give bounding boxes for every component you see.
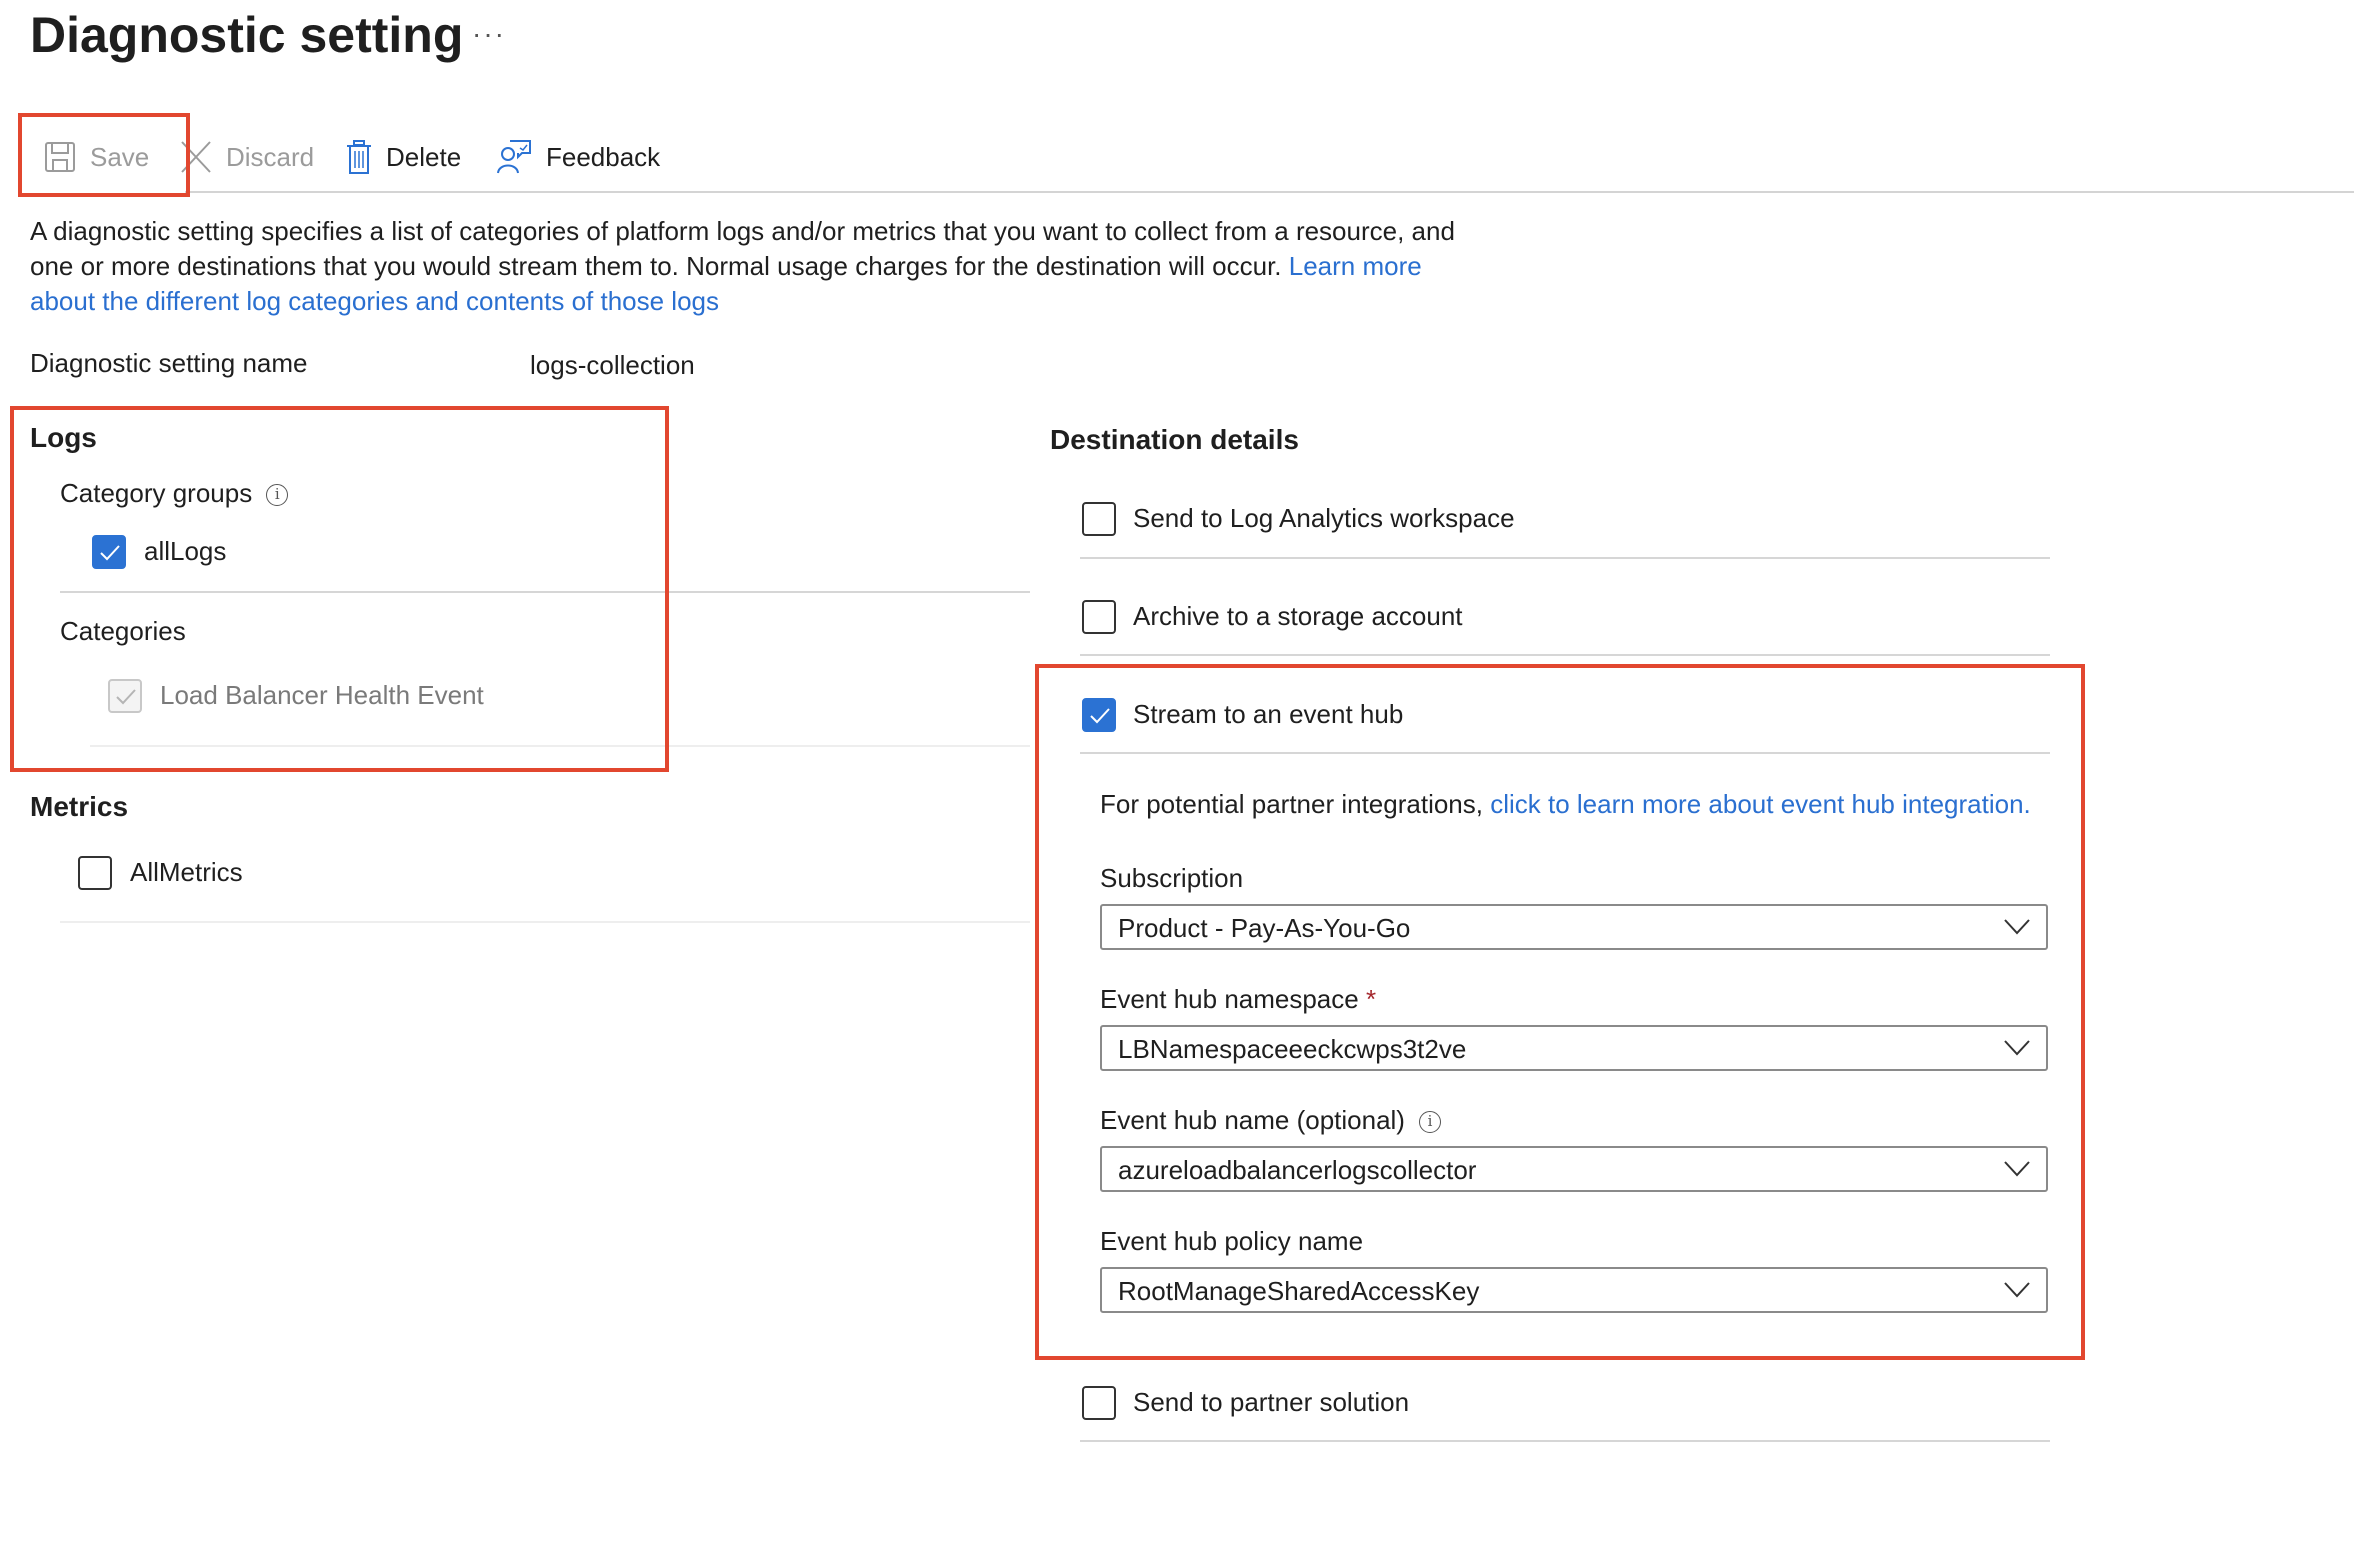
highlight-save — [18, 113, 190, 197]
storage-account-divider — [1080, 654, 2050, 656]
log-analytics-checkbox[interactable] — [1082, 502, 1116, 536]
description-text: A diagnostic setting specifies a list of… — [30, 216, 1455, 281]
highlight-event-hub — [1035, 664, 2085, 1360]
metrics-divider — [60, 921, 1030, 923]
allmetrics-label: AllMetrics — [130, 857, 243, 887]
partner-solution-label: Send to partner solution — [1133, 1387, 1410, 1417]
partner-solution-checkbox[interactable] — [1082, 1386, 1116, 1420]
trash-icon — [347, 140, 371, 174]
metrics-heading: Metrics — [30, 791, 129, 822]
delete-button[interactable]: Delete — [346, 136, 461, 178]
toolbar-divider — [185, 191, 2354, 193]
discard-button[interactable]: Discard — [180, 136, 314, 178]
feedback-label: Feedback — [546, 141, 661, 172]
discard-label: Discard — [226, 141, 315, 172]
allmetrics-checkbox[interactable] — [78, 856, 112, 890]
description: A diagnostic setting specifies a list of… — [30, 214, 1460, 319]
setting-name-value: logs-collection — [530, 350, 695, 380]
feedback-button[interactable]: Feedback — [496, 136, 660, 178]
storage-account-label: Archive to a storage account — [1133, 601, 1463, 631]
more-options-button[interactable]: ··· — [472, 18, 506, 50]
delete-label: Delete — [386, 141, 462, 172]
log-analytics-label: Send to Log Analytics workspace — [1133, 503, 1515, 533]
feedback-icon — [497, 140, 531, 174]
log-analytics-divider — [1080, 557, 2050, 559]
highlight-logs — [10, 406, 669, 772]
storage-account-checkbox[interactable] — [1082, 600, 1116, 634]
setting-name-label: Diagnostic setting name — [30, 348, 308, 378]
partner-solution-divider — [1080, 1440, 2050, 1442]
destination-heading: Destination details — [1050, 424, 1299, 455]
page-title: Diagnostic setting — [30, 7, 464, 63]
